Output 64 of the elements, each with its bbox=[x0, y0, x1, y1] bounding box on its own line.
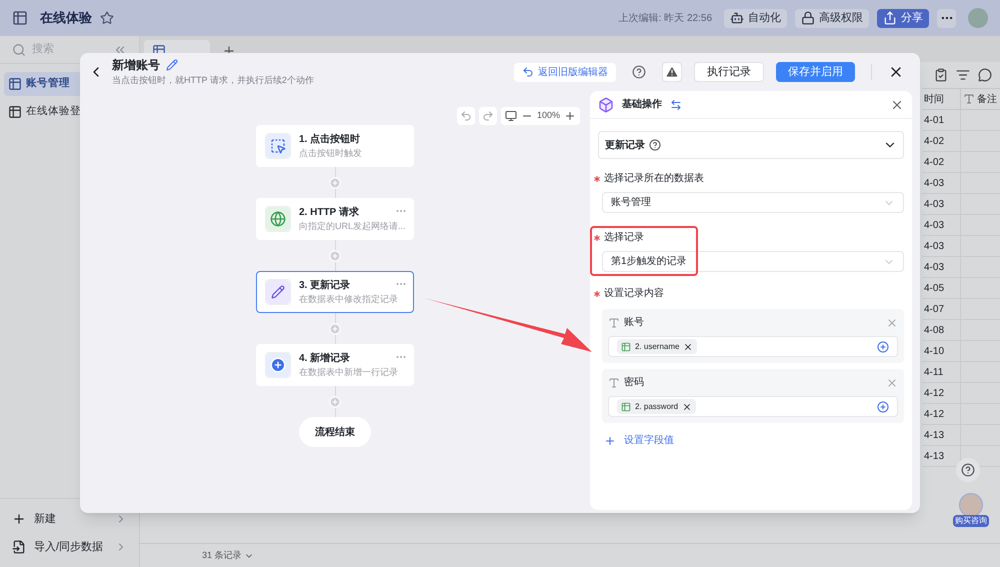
field-label: 选择记录所在的数据表 bbox=[604, 172, 704, 186]
field-label: 设置记录内容 bbox=[604, 286, 664, 301]
value-field[interactable]: 2. password bbox=[608, 396, 898, 417]
column-header: 时间 bbox=[923, 92, 945, 106]
app-title: 在线体验 bbox=[40, 9, 92, 28]
step-title: 3. 更新记录 bbox=[299, 278, 350, 293]
step-card[interactable]: 3. 更新记录 在数据表中修改指定记录 bbox=[256, 271, 414, 313]
search-field[interactable]: 搜索 bbox=[32, 41, 102, 58]
table-cell-text: 4-11 bbox=[923, 366, 944, 380]
step-description: 向指定的URL发起网络请... bbox=[299, 220, 406, 233]
step-card[interactable]: 2. HTTP 请求 向指定的URL发起网络请... bbox=[256, 198, 414, 240]
token-chip[interactable]: 2. password bbox=[617, 399, 696, 414]
table-cell-text: 4-13 bbox=[923, 428, 946, 442]
field-label: 选择记录 bbox=[604, 230, 644, 245]
flow-end-pill: 流程结束 bbox=[299, 417, 371, 447]
action-label: 导入/同步数据 bbox=[34, 540, 104, 555]
step-card[interactable]: 4. 新增记录 在数据表中新增一行记录 bbox=[256, 344, 414, 386]
sidebar-action[interactable]: 导入/同步数据 bbox=[0, 535, 139, 559]
zoom-level: 100% bbox=[536, 109, 560, 122]
table-cell-text: 4-07 bbox=[923, 302, 946, 316]
step-title: 1. 点击按钮时 bbox=[299, 132, 360, 147]
step-title: 4. 新增记录 bbox=[299, 351, 350, 366]
table-cell-text: 4-01 bbox=[923, 114, 946, 128]
record-count[interactable]: 31 条记录 bbox=[202, 548, 254, 562]
table-cell-text: 4-03 bbox=[923, 176, 946, 190]
consult-badge[interactable]: 购买咨询 bbox=[953, 515, 989, 527]
toolbar-button[interactable]: 高级权限 bbox=[795, 8, 869, 28]
toolbar-button[interactable]: 分享 bbox=[877, 8, 929, 28]
step-card[interactable]: 1. 点击按钮时 点击按钮时触发 bbox=[256, 125, 414, 167]
select-field[interactable]: 第1步触发的记录 bbox=[602, 251, 904, 272]
table-cell-text: 4-03 bbox=[923, 240, 946, 254]
table-cell-text: 4-13 bbox=[923, 450, 946, 464]
step-title: 2. HTTP 请求 bbox=[299, 206, 359, 220]
table-cell-text: 4-12 bbox=[923, 408, 946, 422]
table-cell-text: 4-02 bbox=[923, 156, 946, 170]
table-cell-text: 4-02 bbox=[923, 134, 946, 148]
add-field-link[interactable]: 设置字段值 bbox=[604, 433, 904, 448]
toolbar-button[interactable]: 自动化 bbox=[724, 8, 787, 28]
token-chip[interactable]: 2. username bbox=[617, 339, 698, 354]
step-description: 在数据表中新增一行记录 bbox=[299, 366, 398, 379]
field-name: 账号 bbox=[624, 316, 644, 330]
table-cell-text: 4-08 bbox=[923, 324, 946, 338]
column-header: 备注 bbox=[977, 92, 997, 106]
legacy-editor-button[interactable]: 返回旧版编辑器 bbox=[514, 62, 616, 82]
value-field[interactable]: 2. username bbox=[608, 336, 898, 357]
select-field[interactable]: 账号管理 bbox=[602, 192, 904, 213]
table-cell-text: 4-10 bbox=[923, 344, 946, 358]
modal-title: 新增账号 bbox=[112, 57, 160, 74]
log-button[interactable]: 执行记录 bbox=[694, 62, 764, 82]
table-cell-text: 4-03 bbox=[923, 260, 946, 274]
sidebar-item[interactable]: 在线体验登 bbox=[4, 100, 135, 124]
table-cell-text: 4-03 bbox=[923, 218, 946, 232]
save-button[interactable]: 保存并启用 bbox=[776, 62, 855, 82]
step-description: 点击按钮时触发 bbox=[299, 146, 362, 160]
action-select[interactable]: 更新记录 bbox=[598, 131, 904, 159]
action-label: 新建 bbox=[34, 512, 56, 527]
last-edit-text: 上次编辑: 昨天 22:56 bbox=[618, 12, 712, 26]
sidebar-action[interactable]: 新建 bbox=[0, 507, 139, 531]
table-cell-text: 4-03 bbox=[923, 198, 946, 212]
table-cell-text: 4-05 bbox=[923, 282, 946, 296]
field-name: 密码 bbox=[624, 376, 644, 390]
table-cell-text: 4-12 bbox=[923, 386, 946, 400]
step-description: 在数据表中修改指定记录 bbox=[299, 292, 398, 306]
panel-title: 基础操作 bbox=[622, 98, 662, 112]
